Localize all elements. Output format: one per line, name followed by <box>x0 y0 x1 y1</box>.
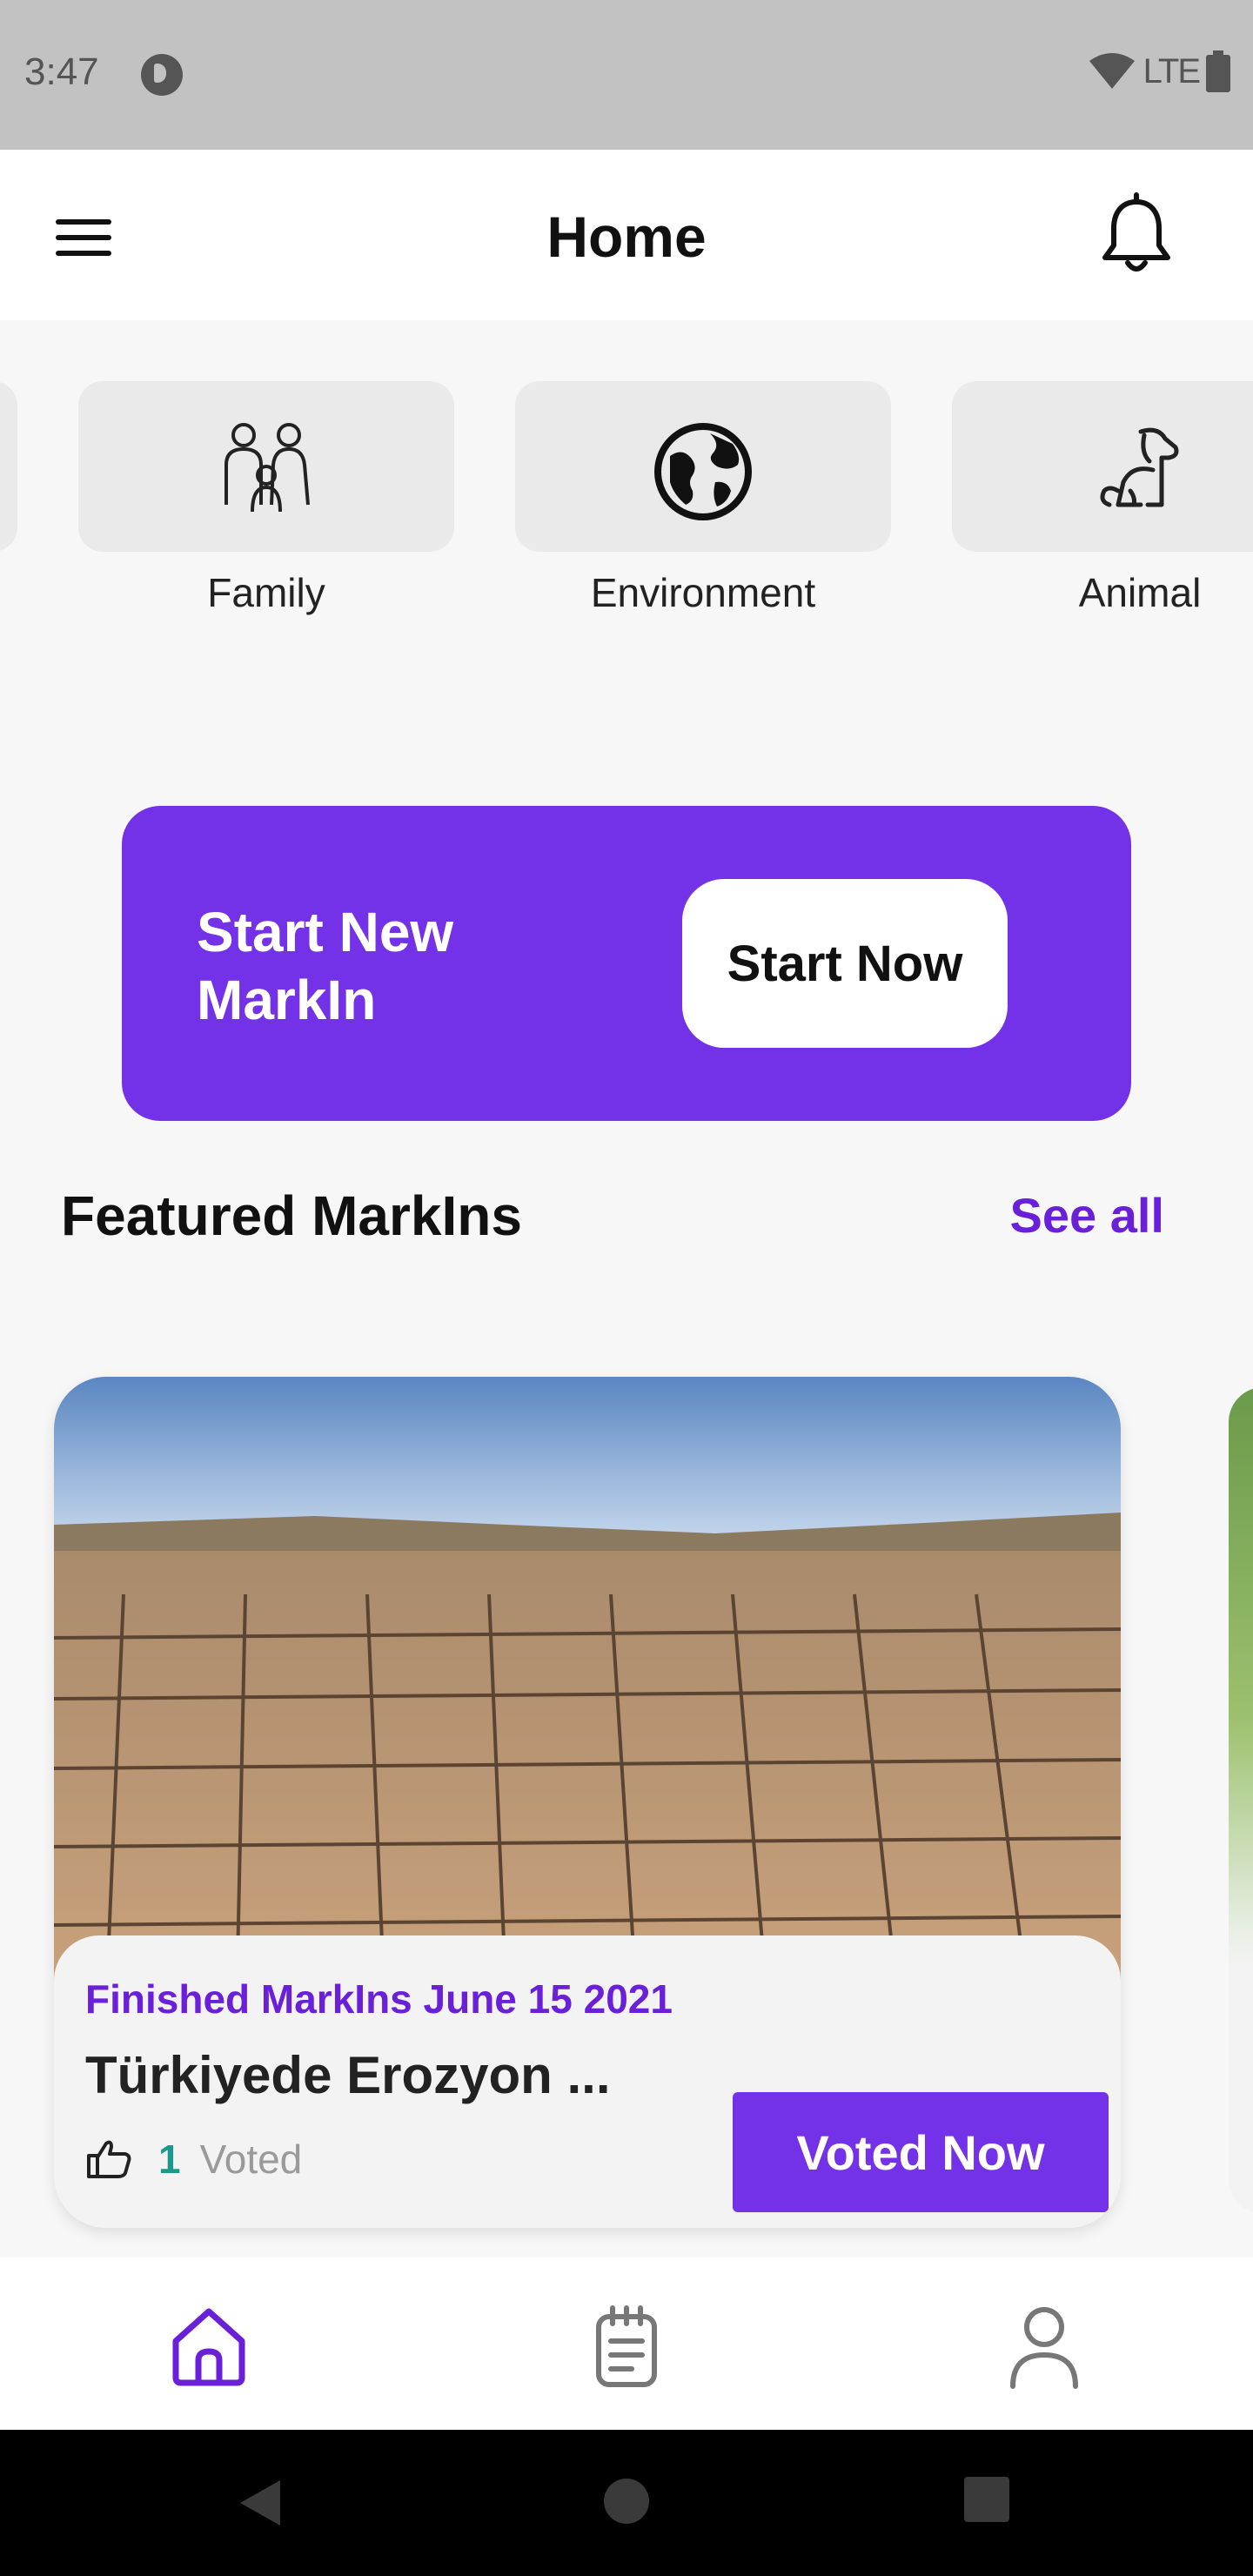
vote-row: 1 Voted <box>85 2136 302 2183</box>
card-meta: Finished MarkIns June 15 2021 <box>85 1976 673 2022</box>
next-card-peek[interactable] <box>1229 1387 1253 2214</box>
recents-square-icon[interactable] <box>964 2477 1009 2522</box>
status-indicators: LTE <box>1088 50 1230 92</box>
see-all-link[interactable]: See all <box>1010 1187 1164 1244</box>
category-label: Animal <box>1078 570 1202 615</box>
category-tile <box>78 381 454 552</box>
category-item-environment[interactable]: Environment <box>515 381 891 616</box>
voted-now-button[interactable]: Voted Now <box>733 2092 1109 2212</box>
bottom-navigation <box>0 2257 1253 2430</box>
bell-icon <box>1102 192 1170 272</box>
wifi-icon <box>1089 53 1135 89</box>
nav-profile[interactable] <box>1001 2303 1088 2390</box>
nav-home[interactable] <box>165 2303 252 2390</box>
status-time: 3:47 <box>24 50 99 93</box>
app-bar: Home <box>0 150 1253 320</box>
thumbs-up-icon[interactable] <box>85 2138 134 2180</box>
notepad-icon <box>596 2305 657 2387</box>
featured-markin-card[interactable]: Finished MarkIns June 15 2021 Türkiyede … <box>54 1377 1121 2228</box>
card-title: Türkiyede Erozyon ... <box>85 2046 611 2104</box>
network-type: LTE <box>1142 51 1201 91</box>
category-label: Family <box>207 570 325 615</box>
system-navigation-bar <box>0 2430 1253 2576</box>
category-tile <box>515 381 891 552</box>
category-item-animal[interactable]: Animal <box>952 381 1253 616</box>
card-image-dry-cracked-earth <box>54 1377 1121 2003</box>
home-circle-icon[interactable] <box>602 2477 651 2526</box>
category-carousel: Family Environment Animal <box>0 381 1253 625</box>
battery-icon <box>1206 50 1230 92</box>
back-icon[interactable] <box>235 2477 287 2529</box>
banner-text: Start New MarkIn <box>197 901 454 1031</box>
start-markin-banner: Start New MarkIn Start Now <box>122 806 1131 1121</box>
card-info-panel: Finished MarkIns June 15 2021 Türkiyede … <box>54 1935 1121 2228</box>
category-item-partial[interactable] <box>0 381 17 552</box>
page-title: Home <box>546 205 707 269</box>
category-tile <box>952 381 1253 552</box>
user-icon <box>1010 2307 1078 2389</box>
notification-app-icon <box>141 54 183 96</box>
category-tile <box>0 381 17 552</box>
category-item-family[interactable]: Family <box>78 381 454 616</box>
vote-label: Voted <box>199 2137 303 2182</box>
dog-icon <box>1100 427 1179 507</box>
globe-icon <box>654 423 752 520</box>
family-icon <box>224 423 310 513</box>
nav-markins[interactable] <box>583 2303 670 2390</box>
notifications-button[interactable] <box>1095 191 1178 278</box>
category-label: Environment <box>590 570 816 615</box>
status-bar: 3:47 LTE <box>0 0 1253 150</box>
home-icon <box>172 2308 245 2386</box>
featured-section-title: Featured MarkIns <box>61 1184 522 1247</box>
start-now-button[interactable]: Start Now <box>682 879 1008 1048</box>
vote-count: 1 <box>158 2137 181 2182</box>
